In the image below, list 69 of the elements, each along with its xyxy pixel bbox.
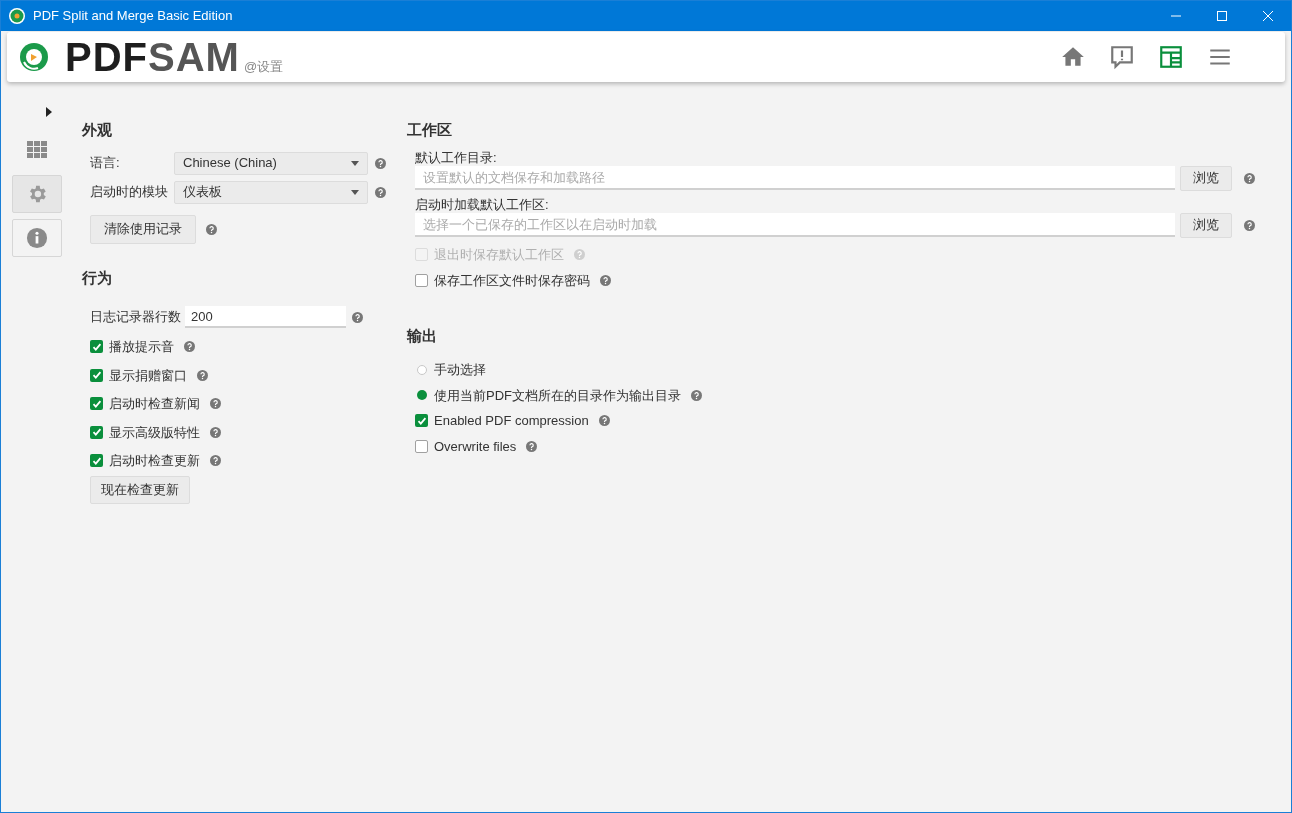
help-icon[interactable] <box>197 369 208 381</box>
page-subtitle: @设置 <box>243 57 284 76</box>
section-title: 外观 <box>82 120 113 140</box>
help-icon[interactable] <box>691 389 702 401</box>
help-icon[interactable] <box>526 440 538 452</box>
caret-icon <box>351 160 359 166</box>
checkbox-label: 启动时检查更新 <box>109 452 200 470</box>
maximize-icon <box>1217 11 1227 21</box>
help-icon[interactable] <box>600 275 611 287</box>
field-label: 启动时的模块 <box>90 183 167 202</box>
checkbox-label: 启动时检查新闻 <box>109 395 200 413</box>
info-icon <box>26 227 48 249</box>
help-icon[interactable] <box>210 398 221 410</box>
option-label: 手动选择 <box>434 361 486 379</box>
radio-button[interactable] <box>416 390 427 401</box>
sidebar-item[interactable] <box>12 175 62 213</box>
checkbox-label: 退出时保存默认工作区 <box>434 245 564 264</box>
checkbox[interactable] <box>90 454 103 468</box>
checkbox-label: 保存工作区文件时保存密码 <box>434 272 590 290</box>
dropdown[interactable]: 仪表板 <box>174 180 368 204</box>
pdfsam-logo-icon <box>19 42 49 72</box>
radio-button[interactable] <box>416 364 427 375</box>
dashboard-icon[interactable] <box>1158 44 1184 70</box>
close-icon <box>1263 11 1273 21</box>
checkbox-label: 显示捐赠窗口 <box>109 366 187 385</box>
checkbox-label: 播放提示音 <box>109 338 174 356</box>
help-icon[interactable] <box>210 426 221 438</box>
help-icon[interactable] <box>375 157 386 169</box>
check-updates-button[interactable]: 现在检查更新 <box>90 475 190 504</box>
window-title: PDF Split and Merge Basic Edition <box>33 7 233 26</box>
section-title: 输出 <box>407 325 438 346</box>
app-logo-icon <box>9 8 25 24</box>
section-title: 工作区 <box>407 120 453 140</box>
help-icon[interactable] <box>598 415 610 427</box>
browse-button[interactable]: 浏览 <box>1180 212 1232 238</box>
help-icon[interactable] <box>1244 219 1255 231</box>
help-icon[interactable] <box>184 341 195 353</box>
field-label: 语言: <box>90 154 121 173</box>
grid-icon <box>27 141 47 159</box>
dropdown[interactable]: Chinese (China) <box>174 151 368 175</box>
help-icon[interactable] <box>375 186 386 198</box>
help-icon[interactable] <box>206 223 217 235</box>
speech-bubble-icon[interactable] <box>1109 44 1135 70</box>
browse-button[interactable]: 浏览 <box>1180 165 1232 191</box>
help-icon[interactable] <box>1244 172 1255 184</box>
sidebar-item[interactable] <box>12 219 62 257</box>
checkbox-label: 显示高级版特性 <box>109 423 200 442</box>
checkbox[interactable] <box>415 274 428 288</box>
checkbox[interactable] <box>415 439 428 453</box>
caret-icon <box>351 189 359 195</box>
checkbox[interactable] <box>90 340 103 354</box>
option-label: Enabled PDF compression <box>434 412 589 430</box>
field-label: 默认工作目录: <box>415 149 498 166</box>
option-label: Overwrite files <box>434 437 517 456</box>
checkbox[interactable] <box>90 368 103 382</box>
logo-text: PDFSAM <box>65 37 240 77</box>
section-title: 行为 <box>82 267 113 288</box>
field-label: 日志记录器行数 <box>90 308 181 327</box>
checkbox[interactable] <box>415 414 428 428</box>
path-field[interactable]: 设置默认的文档保存和加载路径 <box>415 166 1175 190</box>
help-icon[interactable] <box>210 455 221 467</box>
help-icon[interactable] <box>352 311 363 323</box>
checkbox[interactable] <box>90 397 103 411</box>
expand-arrow-icon[interactable] <box>46 107 52 117</box>
clear-history-button[interactable]: 清除使用记录 <box>90 214 196 244</box>
checkbox[interactable] <box>90 425 103 439</box>
input-field[interactable]: 200 <box>185 306 346 328</box>
field-label: 启动时加载默认工作区: <box>415 196 550 213</box>
option-label: 使用当前PDF文档所在的目录作为输出目录 <box>434 386 681 405</box>
